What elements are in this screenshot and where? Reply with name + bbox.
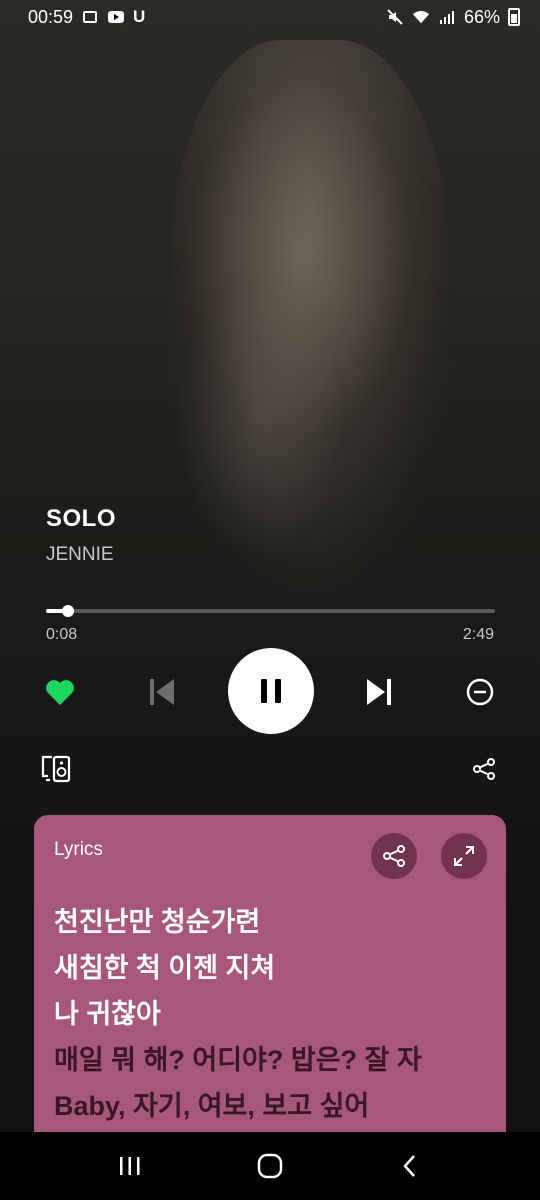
signal-icon [438,9,456,25]
next-button[interactable] [357,670,401,714]
share-icon [383,845,405,867]
battery-icon [508,8,520,26]
heart-icon [46,680,74,705]
seek-bar-handle[interactable] [62,605,74,617]
current-time: 0:08 [46,626,78,643]
minus-circle-icon [466,678,494,706]
home-icon [257,1153,283,1179]
like-button[interactable] [40,672,80,712]
video-background [0,0,540,930]
video-figure [170,40,450,600]
status-left: 00:59 U [28,7,145,28]
share-icon [473,758,495,780]
mute-icon [386,9,404,25]
connect-device-icon [41,755,71,783]
connect-device-button[interactable] [38,752,74,786]
status-time: 00:59 [28,6,74,27]
skip-next-icon [367,679,391,705]
lyric-line[interactable]: 나 귀찮아 [54,991,486,1037]
lyrics-expand-button[interactable] [441,833,487,879]
lyric-line[interactable]: 천진난만 청순가련 [54,899,486,945]
play-pause-button[interactable] [228,648,314,734]
u-icon: U [133,7,146,26]
lyrics-share-button[interactable] [371,833,417,879]
back-icon [403,1155,415,1177]
lyrics-lines: 천진난만 청순가련 새침한 척 이젠 지쳐 나 귀찮아 매일 뭐 해? 어디야?… [54,899,486,1129]
recent-apps-button[interactable] [110,1146,150,1186]
wifi-icon [412,9,430,25]
pause-icon [261,679,281,703]
seek-bar[interactable] [46,605,495,617]
remove-button[interactable] [460,672,500,712]
lyric-line[interactable]: 새침한 척 이젠 지쳐 [54,945,486,991]
lyrics-card[interactable]: Lyrics 천진난만 청순가련 새침한 척 이젠 지쳐 나 귀찮아 매일 뭐 … [34,815,506,1145]
youtube-icon [107,9,125,25]
lyric-line[interactable]: Baby, 자기, 여보, 보고 싶어 [54,1083,486,1129]
back-button[interactable] [390,1146,430,1186]
previous-button[interactable] [140,670,184,714]
recent-apps-icon [120,1157,140,1175]
share-button[interactable] [470,755,498,783]
track-title: SOLO [46,505,117,532]
total-time: 2:49 [462,626,494,643]
skip-previous-icon [150,679,174,705]
expand-icon [454,846,474,866]
home-button[interactable] [250,1146,290,1186]
track-artist[interactable]: JENNIE [46,544,114,566]
system-nav-bar [0,1132,540,1200]
lyrics-label: Lyrics [54,839,103,860]
status-right: 66% [386,7,520,28]
gallery-icon [81,9,99,25]
lyric-line[interactable]: 매일 뭐 해? 어디야? 밥은? 잘 자 [54,1037,486,1083]
status-bar: 00:59 U 66% [0,0,540,34]
battery-percent: 66% [463,6,500,27]
